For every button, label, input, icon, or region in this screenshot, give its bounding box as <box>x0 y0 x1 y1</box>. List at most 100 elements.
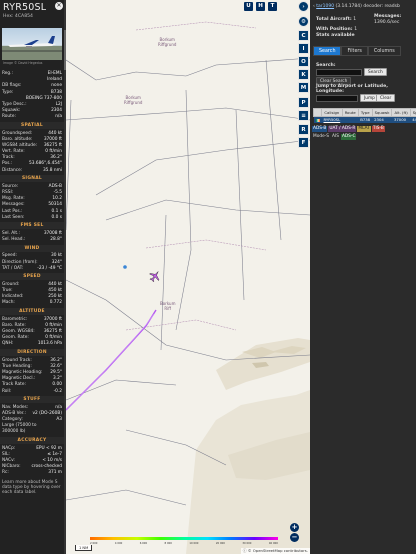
tab-columns[interactable]: Columns <box>367 46 401 56</box>
altitude-tick: 4 000 <box>114 542 123 545</box>
source-legend-item: ADS-C <box>340 134 357 140</box>
info-row-value: 0.772 <box>49 300 62 306</box>
info-row-label[interactable]: TAT / OAT: <box>2 266 23 272</box>
info-row-label[interactable]: Last Seen: <box>2 215 25 221</box>
with-position-value: 1 <box>354 27 358 32</box>
column-header[interactable]: Spd. <box>409 108 416 117</box>
map-canvas <box>66 0 310 554</box>
table-cell-type: B738 <box>358 116 373 123</box>
map-button-p[interactable]: P <box>298 97 309 108</box>
info-row-label[interactable]: Type: <box>2 90 13 96</box>
info-row-label[interactable]: 300000 lb) <box>2 429 25 435</box>
total-aircraft: Total Aircraft: 1 <box>316 17 356 22</box>
info-row: Roll: -0.2 <box>0 389 64 395</box>
photo-credit: Image © David Hegedus <box>3 61 43 65</box>
section-stuff: STUFF <box>0 396 64 404</box>
source-legend-item: Mode-S <box>312 134 330 140</box>
tab-filters[interactable]: Filters <box>341 46 368 56</box>
search-input[interactable] <box>316 69 362 76</box>
search-button[interactable]: Search <box>364 68 387 76</box>
jump-input[interactable] <box>316 95 358 102</box>
map-button-u[interactable]: U <box>244 2 253 11</box>
info-row-value: -23 / -49 °C <box>37 265 62 271</box>
altitude-tick: 40 000 <box>268 542 278 545</box>
info-row: Last Seen: 0.0 s <box>0 215 64 221</box>
aircraft-list-panel: ‹ tar1090 (3.14.1784) decoder: readsb To… <box>310 0 416 554</box>
column-header[interactable]: Route <box>341 108 359 117</box>
info-row-value: 0.0 s <box>51 214 62 220</box>
total-aircraft-value: 1 <box>353 17 357 22</box>
map-button-i[interactable]: I <box>298 43 309 54</box>
info-row: Rc: 371 m <box>0 470 64 476</box>
info-row-value: 35.8 nmi <box>42 167 62 173</box>
map-button-c[interactable]: C <box>298 30 309 41</box>
with-position: With Position: 1 <box>316 27 357 32</box>
column-header[interactable]: Type <box>357 108 373 117</box>
info-header: RYR50SL Hex: 4CA854 ✕ <box>0 0 66 28</box>
info-row-label[interactable]: Rc: <box>2 470 9 476</box>
chevron-right-icon: › <box>302 4 305 10</box>
column-header[interactable] <box>313 108 322 117</box>
decoder-link[interactable]: tar1090 <box>316 4 334 9</box>
table-cell-route <box>342 116 359 123</box>
section-fms-sel: FMS SEL <box>0 222 64 230</box>
section-accuracy: ACCURACY <box>0 437 64 445</box>
info-row: Distance: 35.8 nmi <box>0 168 64 174</box>
map-button-t[interactable]: T <box>268 2 277 11</box>
clear-jump-button[interactable]: Clear <box>376 94 396 102</box>
zoom-out-button[interactable]: − <box>290 533 299 542</box>
info-row-value: 1013.6 hPa <box>37 341 62 347</box>
layers-toggle-button[interactable]: › <box>298 1 309 12</box>
table-row[interactable]: RYR50SL B738230437000440 <box>313 116 416 123</box>
stats-link[interactable]: Stats available <box>316 33 355 38</box>
map-label-area-2: Borkum Riff <box>160 301 176 311</box>
map-button-f[interactable]: F <box>298 137 309 148</box>
with-position-label: With Position: <box>316 27 353 32</box>
table-cell-squawk: 2304 <box>372 116 392 123</box>
zoom-in-button[interactable]: + <box>290 523 299 532</box>
map-button-k[interactable]: K <box>298 69 309 80</box>
selected-hex: Hex: 4CA854 <box>3 14 33 19</box>
airplane-icon <box>149 271 160 282</box>
info-rows: Reg.: EI-EML Ireland DB flags: none Type: B738… <box>0 71 64 495</box>
decoder-version: (3.14.1784) decoder: readsb <box>334 4 400 9</box>
info-row-label[interactable]: Route: <box>2 114 16 120</box>
source-legend-item: TIS-B <box>371 126 385 132</box>
close-icon[interactable]: ✕ <box>55 2 63 10</box>
map-button-l[interactable]: ≡ <box>298 110 309 121</box>
info-row-value: 371 m <box>48 470 62 476</box>
info-row-value: A3 <box>56 417 62 423</box>
aircraft-marker-icon[interactable] <box>149 270 161 282</box>
settings-button[interactable]: ⚙ <box>298 16 309 27</box>
map-view[interactable]: Borkum Riffgrund Borkum Riffgrund Borkum Ri… <box>66 0 310 554</box>
source-legend-row-2: Mode-S AIS ADS-C <box>312 134 357 140</box>
map-button-h[interactable]: H <box>256 2 265 11</box>
info-row-label[interactable]: Roll: <box>2 389 11 395</box>
info-row: Mach: 0.772 <box>0 300 64 306</box>
map-button-o[interactable]: O <box>298 56 309 67</box>
info-row-label[interactable]: Sel. Head.: <box>2 237 25 243</box>
info-row-label[interactable]: Reg.: <box>2 71 13 77</box>
filter-icon: ≡ <box>301 113 306 119</box>
section-signal: SIGNAL <box>0 175 64 183</box>
messages-label: Messages: <box>374 14 402 19</box>
info-row-value: 28.8° <box>50 237 62 243</box>
map-button-r[interactable]: R <box>298 124 309 135</box>
column-header[interactable]: Callsign <box>321 108 343 117</box>
info-row-label[interactable]: Distance: <box>2 168 22 174</box>
section-direction: DIRECTION <box>0 349 64 357</box>
altitude-tick: 20 000 <box>215 542 225 545</box>
info-row-label[interactable]: QNH: <box>2 341 13 347</box>
info-row-value: -0.2 <box>53 388 62 394</box>
aircraft-photo-drawing <box>2 36 62 60</box>
altitude-tick: 10 000 <box>189 542 199 545</box>
info-row: QNH: 1013.6 hPa <box>0 341 64 347</box>
info-row-label[interactable]: Mach: <box>2 300 15 306</box>
column-header[interactable]: Squawk <box>371 108 393 117</box>
aircraft-photo[interactable] <box>2 28 62 60</box>
section-spatial: SPATIAL <box>0 122 64 129</box>
map-button-m[interactable]: M <box>298 82 309 93</box>
tab-search[interactable]: Search <box>313 46 342 56</box>
altitude-ticks: 2 000 4 000 6 000 8 000 10 000 20 000 30 000 40… <box>90 542 278 545</box>
column-header[interactable]: Alt. (ft) <box>391 108 411 117</box>
